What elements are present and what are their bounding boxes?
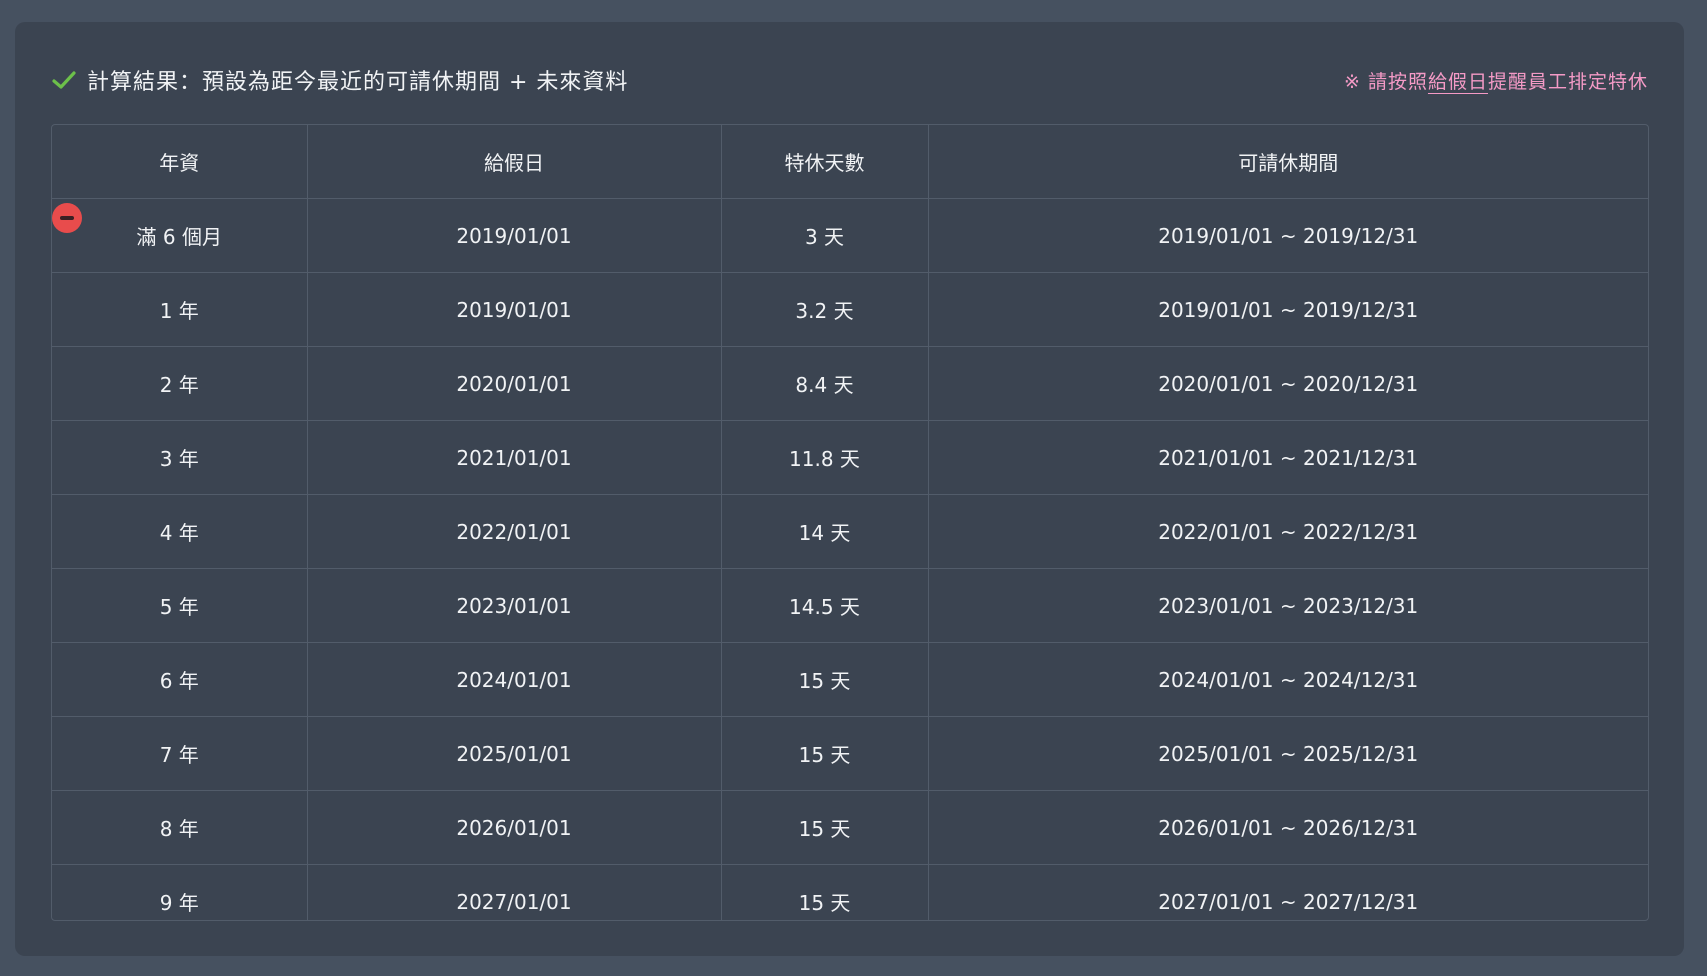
cell-seniority: 8 年 (52, 790, 308, 865)
cell-period: 2020/01/01 ~ 2020/12/31 (928, 346, 1648, 421)
table-row: 4 年 2022/01/01 14 天 2022/01/01 ~ 2022/12… (52, 494, 1648, 569)
note-suffix: 提醒員工排定特休 (1487, 70, 1648, 93)
result-card: 計算結果：預設為距今最近的可請休期間 + 未來資料 ※ 請按照給假日提醒員工排定… (15, 22, 1684, 956)
cell-grant-date: 2027/01/01 (307, 864, 722, 920)
leave-table-container: 年資 給假日 特休天數 可請休期間 滿 6 個月 2019/01/01 3 天 … (51, 124, 1649, 921)
table-row: 7 年 2025/01/01 15 天 2025/01/01 ~ 2025/12… (52, 716, 1648, 791)
cell-days: 15 天 (721, 790, 929, 865)
check-icon (51, 67, 77, 93)
column-header-period: 可請休期間 (928, 125, 1648, 199)
table-row: 8 年 2026/01/01 15 天 2026/01/01 ~ 2026/12… (52, 790, 1648, 865)
cell-seniority: 滿 6 個月 (52, 198, 308, 273)
cell-grant-date: 2019/01/01 (307, 272, 722, 347)
cell-days: 3 天 (721, 198, 929, 273)
cell-grant-date: 2024/01/01 (307, 642, 722, 717)
minus-circle-icon (60, 216, 74, 220)
cell-seniority: 3 年 (52, 420, 308, 495)
cell-period: 2025/01/01 ~ 2025/12/31 (928, 716, 1648, 791)
cell-period: 2022/01/01 ~ 2022/12/31 (928, 494, 1648, 569)
cell-period: 2024/01/01 ~ 2024/12/31 (928, 642, 1648, 717)
cell-grant-date: 2020/01/01 (307, 346, 722, 421)
cell-seniority: 6 年 (52, 642, 308, 717)
cell-days: 15 天 (721, 642, 929, 717)
cell-grant-date: 2021/01/01 (307, 420, 722, 495)
table-row: 9 年 2027/01/01 15 天 2027/01/01 ~ 2027/12… (52, 864, 1648, 920)
cell-period: 2026/01/01 ~ 2026/12/31 (928, 790, 1648, 865)
cell-grant-date: 2022/01/01 (307, 494, 722, 569)
cell-seniority: 2 年 (52, 346, 308, 421)
cell-seniority: 9 年 (52, 864, 308, 920)
cell-days: 15 天 (721, 864, 929, 920)
table-header-row: 年資 給假日 特休天數 可請休期間 (52, 125, 1648, 199)
remove-row-button[interactable] (52, 203, 82, 233)
reminder-note: ※ 請按照給假日提醒員工排定特休 (1344, 67, 1648, 94)
cell-grant-date: 2019/01/01 (307, 198, 722, 273)
cell-days: 8.4 天 (721, 346, 929, 421)
cell-grant-date: 2023/01/01 (307, 568, 722, 643)
cell-grant-date: 2025/01/01 (307, 716, 722, 791)
cell-grant-date: 2026/01/01 (307, 790, 722, 865)
cell-days: 14 天 (721, 494, 929, 569)
title-group: 計算結果：預設為距今最近的可請休期間 + 未來資料 (51, 64, 628, 96)
table-row: 6 年 2024/01/01 15 天 2024/01/01 ~ 2024/12… (52, 642, 1648, 717)
cell-period: 2019/01/01 ~ 2019/12/31 (928, 272, 1648, 347)
cell-seniority: 7 年 (52, 716, 308, 791)
result-header: 計算結果：預設為距今最近的可請休期間 + 未來資料 ※ 請按照給假日提醒員工排定… (51, 60, 1648, 100)
cell-period: 2019/01/01 ~ 2019/12/31 (928, 198, 1648, 273)
cell-period: 2023/01/01 ~ 2023/12/31 (928, 568, 1648, 643)
table-row: 1 年 2019/01/01 3.2 天 2019/01/01 ~ 2019/1… (52, 272, 1648, 347)
column-header-seniority: 年資 (52, 125, 308, 199)
cell-days: 11.8 天 (721, 420, 929, 495)
cell-period: 2021/01/01 ~ 2021/12/31 (928, 420, 1648, 495)
table-row: 滿 6 個月 2019/01/01 3 天 2019/01/01 ~ 2019/… (52, 198, 1648, 273)
page-title: 計算結果：預設為距今最近的可請休期間 + 未來資料 (87, 70, 629, 95)
cell-period: 2027/01/01 ~ 2027/12/31 (1158, 889, 1419, 914)
cell-days: 14.5 天 (721, 568, 929, 643)
cell-seniority: 5 年 (52, 568, 308, 643)
column-header-days: 特休天數 (721, 125, 929, 199)
table-row: 3 年 2021/01/01 11.8 天 2021/01/01 ~ 2021/… (52, 420, 1648, 495)
cell-seniority: 4 年 (52, 494, 308, 569)
note-highlight: 給假日 (1427, 70, 1488, 93)
column-header-grant-date: 給假日 (307, 125, 722, 199)
note-prefix: ※ 請按照 (1344, 70, 1428, 93)
cell-seniority: 1 年 (52, 272, 308, 347)
table-row: 5 年 2023/01/01 14.5 天 2023/01/01 ~ 2023/… (52, 568, 1648, 643)
leave-table: 年資 給假日 特休天數 可請休期間 滿 6 個月 2019/01/01 3 天 … (52, 125, 1648, 920)
cell-days: 3.2 天 (721, 272, 929, 347)
cell-days: 15 天 (721, 716, 929, 791)
table-row: 2 年 2020/01/01 8.4 天 2020/01/01 ~ 2020/1… (52, 346, 1648, 421)
